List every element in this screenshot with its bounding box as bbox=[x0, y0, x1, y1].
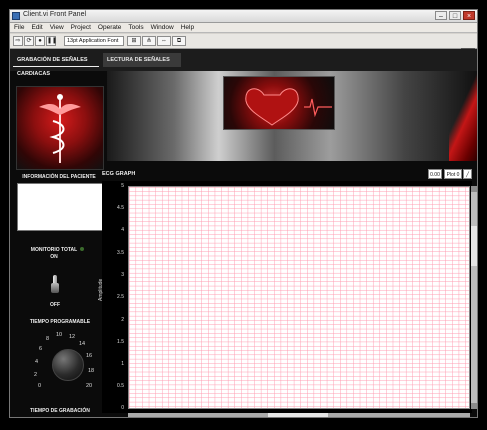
knob-tick-6: 6 bbox=[39, 346, 43, 352]
off-label: OFF bbox=[50, 302, 60, 308]
menu-window[interactable]: Window bbox=[151, 24, 174, 31]
y-tick-3-5: 3.5 bbox=[117, 250, 124, 256]
caduceus-logo bbox=[16, 86, 104, 170]
prog-time-label: TIEMPO PROGRAMABLE bbox=[29, 319, 91, 325]
legend-value: 0.00 bbox=[428, 169, 442, 179]
title-bar: Client.vi Front Panel – □ × bbox=[10, 10, 477, 23]
menu-edit[interactable]: Edit bbox=[31, 24, 42, 31]
monitor-toggle[interactable] bbox=[51, 275, 59, 293]
recording-time-knob[interactable] bbox=[52, 349, 84, 381]
run-continuously-icon[interactable]: ⟳ bbox=[24, 36, 34, 46]
y-tick-1-5: 1.5 bbox=[117, 339, 124, 345]
y-tick-4: 4 bbox=[121, 227, 124, 233]
scroll-up-arrow-icon[interactable] bbox=[471, 186, 477, 192]
y-tick-2-5: 2.5 bbox=[117, 294, 124, 300]
font-select[interactable]: 13pt Application Font bbox=[64, 36, 124, 46]
menu-project[interactable]: Project bbox=[71, 24, 91, 31]
patient-info-field[interactable] bbox=[17, 183, 103, 231]
rec-time-label: TIEMPO DE GRABACIÓN bbox=[30, 408, 90, 414]
tab-lectura[interactable]: LECTURA DE SEÑALES CARDIACAS bbox=[103, 53, 181, 77]
abort-icon[interactable]: ● bbox=[35, 36, 45, 46]
run-arrow-icon[interactable]: ⇨ bbox=[13, 36, 23, 46]
vertical-scroll-thumb[interactable] bbox=[471, 226, 477, 266]
horizontal-scrollbar[interactable] bbox=[128, 413, 470, 417]
close-button[interactable]: × bbox=[463, 11, 475, 20]
graph-title: ECG GRAPH bbox=[102, 171, 136, 177]
knob-tick-4: 4 bbox=[35, 359, 39, 365]
ecg-plot-area[interactable] bbox=[128, 186, 470, 409]
vertical-scrollbar[interactable] bbox=[471, 186, 477, 409]
menu-operate[interactable]: Operate bbox=[98, 24, 122, 31]
tab-strip: GRABACIÓN DE SEÑALES CARDIACAS LECTURA D… bbox=[10, 49, 477, 77]
menu-file[interactable]: File bbox=[14, 24, 24, 31]
y-tick-0: 0 bbox=[121, 405, 124, 411]
red-streak-decoration bbox=[449, 71, 477, 161]
pause-icon[interactable]: ❚❚ bbox=[46, 36, 57, 46]
resize-objects-icon[interactable]: ⇔ bbox=[157, 36, 171, 46]
maximize-button[interactable]: □ bbox=[449, 11, 461, 20]
align-objects-icon[interactable]: ⊞ bbox=[127, 36, 141, 46]
front-panel: GRABACIÓN DE SEÑALES CARDIACAS LECTURA D… bbox=[10, 49, 477, 417]
window-title: Client.vi Front Panel bbox=[23, 11, 87, 18]
y-axis-label: Amplitude bbox=[98, 278, 104, 301]
header-banner bbox=[107, 71, 477, 161]
status-led bbox=[80, 247, 84, 251]
plot-legend[interactable]: Plot 0 bbox=[444, 169, 462, 179]
distribute-objects-icon[interactable]: ⋔ bbox=[142, 36, 156, 46]
app-icon bbox=[12, 12, 20, 20]
scroll-down-arrow-icon[interactable] bbox=[471, 403, 477, 409]
patient-info-label: INFORMACIÓN DEL PACIENTE bbox=[22, 174, 96, 180]
window-controls: – □ × bbox=[435, 11, 475, 20]
plot-style-icon[interactable]: ╱ bbox=[463, 169, 472, 179]
minimize-button[interactable]: – bbox=[435, 11, 447, 20]
knob-tick-2: 2 bbox=[34, 372, 38, 378]
knob-tick-0: 0 bbox=[38, 383, 42, 389]
horizontal-scroll-thumb[interactable] bbox=[268, 413, 328, 417]
toolbar: ⇨ ⟳ ● ❚❚ 13pt Application Font ⊞ ⋔ ⇔ ⧉ bbox=[10, 34, 477, 64]
knob-tick-12: 12 bbox=[69, 334, 76, 340]
knob-tick-8: 8 bbox=[46, 336, 50, 342]
reorder-icon[interactable]: ⧉ bbox=[172, 36, 186, 46]
y-tick-4-5: 4.5 bbox=[117, 205, 124, 211]
heart-image bbox=[223, 76, 335, 130]
menu-bar: File Edit View Project Operate Tools Win… bbox=[10, 23, 477, 33]
y-tick-3: 3 bbox=[121, 272, 124, 278]
menu-help[interactable]: Help bbox=[181, 24, 194, 31]
y-tick-1: 1 bbox=[121, 361, 124, 367]
y-tick-5: 5 bbox=[121, 183, 124, 189]
front-panel-window: Client.vi Front Panel – □ × File Edit Vi… bbox=[9, 9, 478, 418]
toggle-base bbox=[51, 283, 59, 293]
menu-tools[interactable]: Tools bbox=[128, 24, 143, 31]
screen-frame: Client.vi Front Panel – □ × File Edit Vi… bbox=[0, 0, 487, 430]
menu-view[interactable]: View bbox=[50, 24, 64, 31]
knob-tick-18: 18 bbox=[88, 368, 95, 374]
knob-tick-14: 14 bbox=[79, 341, 86, 347]
monitor-label: MONITORIO TOTAL bbox=[30, 247, 78, 253]
on-label: ON bbox=[50, 254, 58, 260]
knob-tick-20: 20 bbox=[86, 383, 93, 389]
tab-grabacion[interactable]: GRABACIÓN DE SEÑALES CARDIACAS bbox=[13, 53, 99, 77]
knob-tick-16: 16 bbox=[86, 353, 93, 359]
y-tick-0-5: 0.5 bbox=[117, 383, 124, 389]
knob-tick-10: 10 bbox=[56, 332, 63, 338]
y-tick-2: 2 bbox=[121, 317, 124, 323]
